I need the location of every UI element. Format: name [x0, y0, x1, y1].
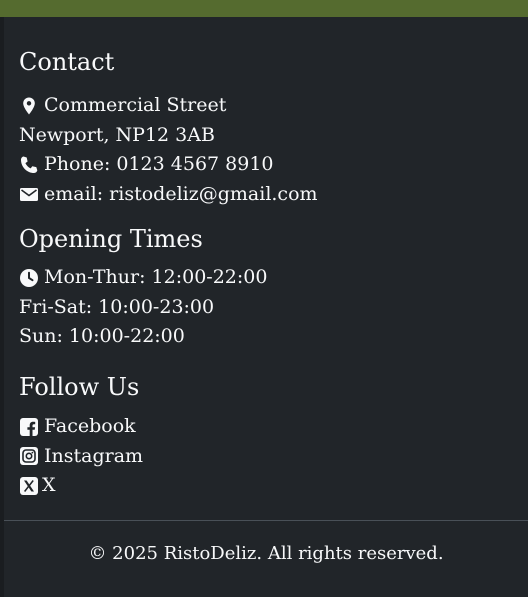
address-street: Commercial Street	[44, 94, 227, 116]
contact-heading: Contact	[19, 48, 115, 76]
top-band	[0, 0, 528, 17]
opening-times-heading: Opening Times	[19, 225, 203, 253]
envelope-icon	[19, 184, 39, 204]
map-marker-icon	[19, 96, 39, 116]
hours-fri-sat: Fri-Sat: 10:00-23:00	[19, 293, 267, 323]
x-label: X	[42, 474, 56, 496]
follow-us-heading: Follow Us	[19, 373, 140, 401]
phone-line: Phone: 0123 4567 8910	[19, 150, 318, 180]
opening-times-section: Opening Times Mon-Thur: 12:00-22:00 Fri-…	[19, 224, 267, 352]
footer-divider	[4, 520, 528, 521]
facebook-link[interactable]: Facebook	[19, 412, 143, 442]
instagram-label: Instagram	[44, 444, 144, 467]
phone-icon	[19, 155, 39, 175]
facebook-label: Facebook	[44, 415, 136, 437]
hours-mon-thur-text: Mon-Thur: 12:00-22:00	[44, 266, 268, 288]
left-edge	[0, 17, 4, 597]
contact-section: Contact Commercial Street Newport, NP12 …	[19, 47, 318, 209]
follow-us-section: Follow Us Facebook Instagram X	[19, 372, 143, 501]
hours-sun: Sun: 10:00-22:00	[19, 322, 267, 352]
x-icon	[19, 476, 39, 496]
address-city: Newport, NP12 3AB	[19, 123, 215, 146]
hours-mon-thur: Mon-Thur: 12:00-22:00	[19, 263, 267, 293]
hours-fri-sat-text: Fri-Sat: 10:00-23:00	[19, 295, 215, 318]
x-link[interactable]: X	[19, 471, 143, 501]
facebook-icon	[19, 417, 39, 437]
instagram-icon	[19, 446, 39, 466]
address-line-2: Newport, NP12 3AB	[19, 121, 318, 151]
clock-icon	[19, 268, 39, 288]
phone-number: Phone: 0123 4567 8910	[44, 153, 274, 175]
instagram-link[interactable]: Instagram	[19, 442, 143, 472]
email-line: email: ristodeliz@gmail.com	[19, 180, 318, 210]
hours-sun-text: Sun: 10:00-22:00	[19, 325, 185, 347]
address-line-1: Commercial Street	[19, 91, 318, 121]
email-link[interactable]: email: ristodeliz@gmail.com	[44, 180, 318, 210]
copyright-text: © 2025 RistoDeliz. All rights reserved.	[88, 543, 444, 564]
